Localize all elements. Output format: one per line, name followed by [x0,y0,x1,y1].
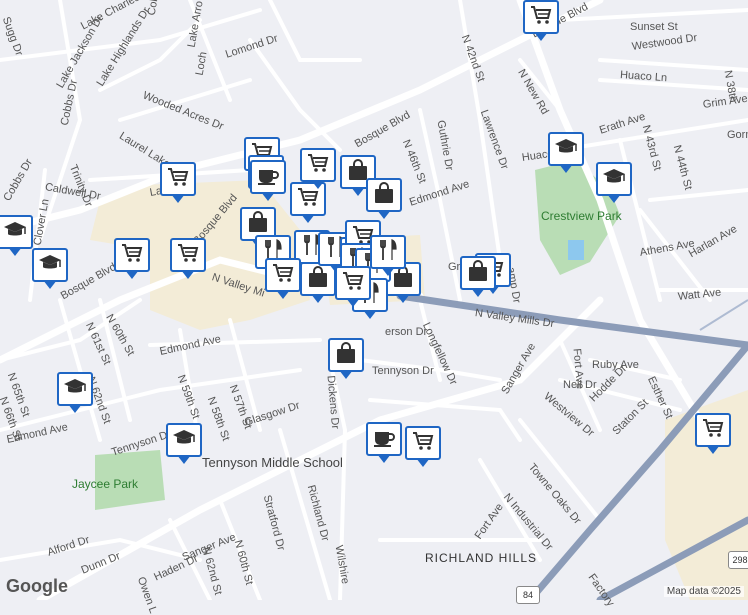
map-pin-school[interactable] [32,248,68,290]
bag-icon [246,210,270,238]
map-pin-coffee[interactable] [366,422,402,464]
google-logo[interactable]: Google [6,576,68,597]
bag-icon [372,181,396,209]
label-tennyson-ms: Tennyson Middle School [202,455,343,470]
map-pin-bag[interactable] [328,338,364,380]
map-pin-school[interactable] [596,162,632,204]
map-pin-school[interactable] [0,215,33,257]
map-pin-school[interactable] [548,132,584,174]
cart-icon [529,4,553,31]
cart-icon [120,242,144,269]
label-crestview-park: Crestview Park [541,209,622,223]
school-icon [3,219,27,246]
map-pin-cart[interactable] [114,238,150,280]
cart-icon [306,152,330,179]
school-icon [602,166,626,193]
bag-icon [466,259,490,287]
school-icon [172,427,196,454]
map-pin-school[interactable] [166,423,202,465]
water-pond [568,240,584,260]
label-sunset: Sunset St [630,21,678,33]
map-pin-cart[interactable] [160,162,196,204]
map-pin-cart[interactable] [335,266,371,308]
highway-edges [699,299,748,331]
cart-icon [271,262,295,289]
map-pin-cart[interactable] [300,148,336,190]
map-pin-coffee[interactable] [250,160,286,202]
coffee-icon [256,164,280,191]
label-richland-hills: RICHLAND HILLS [425,551,538,565]
map-pin-school[interactable] [57,372,93,414]
cart-icon [411,430,435,457]
utensils-icon [376,238,400,266]
bag-icon [334,341,358,369]
label-emerson: erson Dr [385,326,428,338]
school-icon [63,376,87,403]
route-298-shield: 298 [728,551,748,569]
label-tennyson-dr: Tennyson Dr [372,365,434,377]
school-icon [38,252,62,279]
label-jaycee-park: Jaycee Park [72,477,139,491]
label-gorm: Gorm [727,129,748,141]
cart-icon [341,270,365,297]
map-pin-cart[interactable] [695,413,731,455]
map-pin-utensils[interactable] [370,235,406,277]
cart-icon [176,242,200,269]
coffee-icon [372,426,396,453]
cart-icon [701,417,725,444]
label-neil: Neil Dr [563,379,597,391]
map-attribution[interactable]: Map data ©2025 [663,586,744,597]
map-pin-bag[interactable] [460,256,496,298]
us-84-shield: 84 [516,586,540,604]
cart-icon [166,166,190,193]
map-pin-cart[interactable] [405,426,441,468]
school-icon [554,136,578,163]
map-pin-bag[interactable] [366,178,402,220]
map-pin-cart[interactable] [170,238,206,280]
map-pin-cart[interactable] [265,258,301,300]
map-pin-cart[interactable] [523,0,559,42]
